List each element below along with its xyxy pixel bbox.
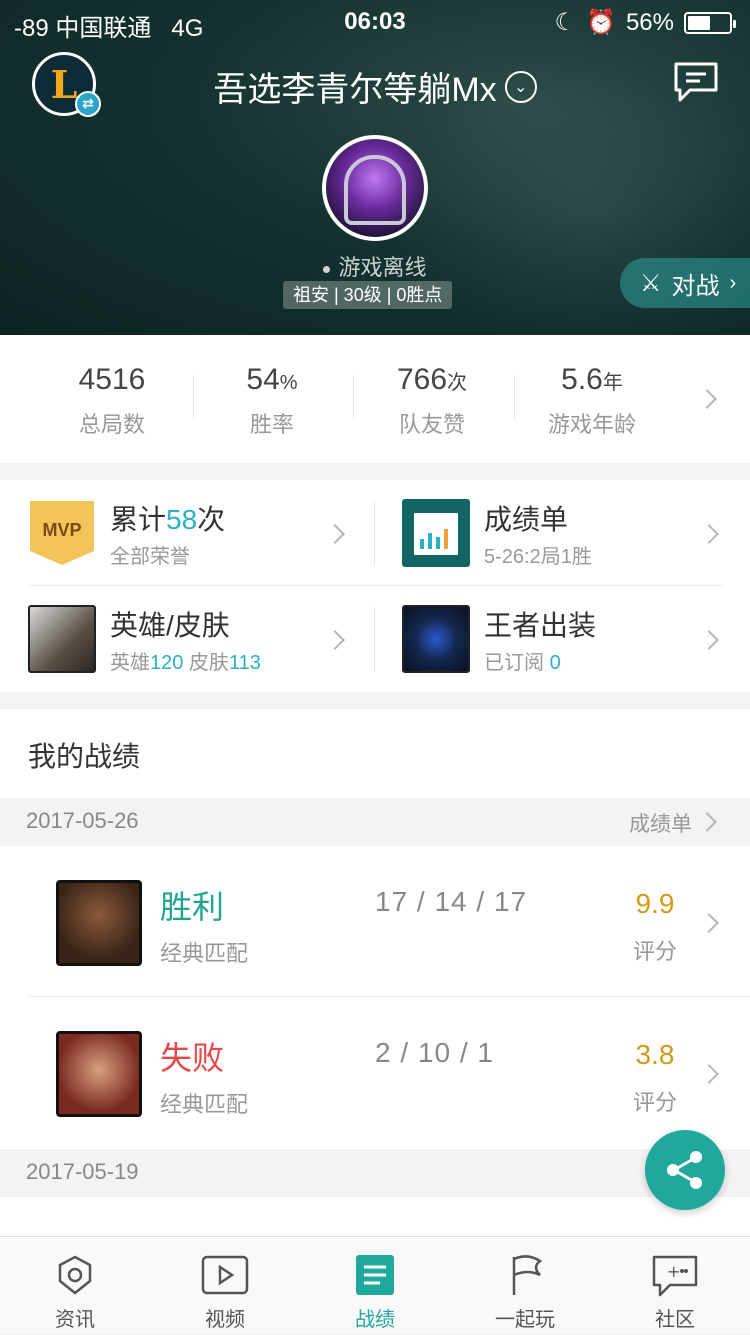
stat-teammate-likes: 766次 队友赞 [396, 363, 468, 437]
share-button[interactable] [645, 1130, 725, 1210]
chevron-down-icon: ⌄ [504, 70, 537, 103]
rank-info: 祖安 | 30级 | 0胜点 [283, 281, 453, 309]
chevron-right-icon [699, 1064, 719, 1084]
account-title[interactable]: 吾选李青尔等躺Mx ⌄ [0, 62, 750, 111]
date-header: 2017-05-19 [0, 1149, 750, 1197]
record-icon [356, 1255, 394, 1295]
chevron-right-icon [325, 630, 345, 650]
tab-video[interactable]: 视频 [150, 1237, 300, 1335]
hero-portrait-icon [28, 605, 96, 673]
battle-button[interactable]: ⚔ 对战 › [620, 258, 750, 308]
alarm-icon: ⏰ [586, 9, 616, 36]
swords-icon: ⚔ [640, 269, 662, 297]
chevron-right-icon: › [729, 271, 737, 294]
video-icon [201, 1255, 249, 1295]
chevron-right-icon [325, 524, 345, 544]
presence-status: 游戏离线 [0, 250, 750, 282]
champion-icon [56, 880, 142, 966]
stats-row[interactable]: 4516 总局数 54% 胜率 766次 队友赞 5.6年 游戏年龄 [0, 335, 750, 463]
battery-icon [684, 11, 736, 34]
svg-text:+: + [667, 1262, 680, 1281]
chevron-right-icon [697, 389, 717, 409]
heroes-skins-cell[interactable]: 英雄/皮肤 英雄120 皮肤113 [28, 586, 358, 692]
item-build-icon [402, 605, 470, 673]
honors-grid: MVP 累计58次 全部荣誉 成绩单 5-26:2局1胜 英雄/皮肤 英雄120… [0, 480, 750, 692]
mvp-badge-icon: MVP [30, 501, 94, 565]
flag-icon [512, 1255, 543, 1295]
tab-news[interactable]: 资讯 [0, 1237, 150, 1335]
honors-cell[interactable]: MVP 累计58次 全部荣誉 [28, 480, 358, 586]
report-card-icon [402, 499, 470, 567]
chevron-right-icon [699, 630, 719, 650]
tab-community[interactable]: + 社区 [600, 1237, 750, 1335]
report-card-cell[interactable]: 成绩单 5-26:2局1胜 [402, 480, 722, 586]
stat-game-age: 5.6年 游戏年龄 [547, 363, 636, 437]
news-icon [58, 1255, 92, 1295]
stat-total-games: 4516 总局数 [78, 363, 146, 437]
moon-icon: ☾ [554, 9, 577, 36]
match-history: 我的战绩 2017-05-26 成绩单 胜利 经典匹配 17 / 14 / 17… [0, 709, 750, 1239]
report-card-link: 成绩单 [629, 813, 692, 836]
profile-header: -89 中国联通 4G 06:03 ☾ ⏰ 56% L ⇄ 吾选李青尔等躺Mx ⌄… [0, 0, 750, 335]
champion-icon [56, 1031, 142, 1117]
community-icon: + [652, 1255, 698, 1297]
status-right: ☾ ⏰ 56% [554, 8, 736, 37]
tab-play-together[interactable]: 一起玩 [450, 1237, 600, 1335]
match-row[interactable]: 胜利 经典匹配 17 / 14 / 17 9.9 评分 [0, 846, 750, 996]
mvp-badge-text: MVP [42, 520, 81, 540]
account-name: 吾选李青尔等躺Mx [213, 71, 497, 109]
section-title: 我的战绩 [28, 741, 141, 772]
player-avatar[interactable] [322, 135, 428, 241]
battery-percent: 56% [625, 8, 674, 36]
chevron-right-icon [699, 913, 719, 933]
match-row[interactable]: 失败 经典匹配 2 / 10 / 1 3.8 评分 [0, 997, 750, 1147]
chevron-right-icon [697, 812, 717, 832]
item-build-cell[interactable]: 王者出装 已订阅 0 [402, 586, 722, 692]
message-icon[interactable] [672, 60, 720, 104]
chevron-right-icon [699, 524, 719, 544]
stat-win-rate: 54% 胜率 [246, 363, 298, 437]
date-header[interactable]: 2017-05-26 成绩单 [0, 798, 750, 846]
tab-records[interactable]: 战绩 [300, 1237, 450, 1335]
bottom-tab-bar: 资讯 视频 战绩 一起玩 + 社区 [0, 1236, 750, 1334]
share-icon [667, 1151, 702, 1189]
status-bar: -89 中国联通 4G 06:03 ☾ ⏰ 56% [0, 0, 750, 44]
